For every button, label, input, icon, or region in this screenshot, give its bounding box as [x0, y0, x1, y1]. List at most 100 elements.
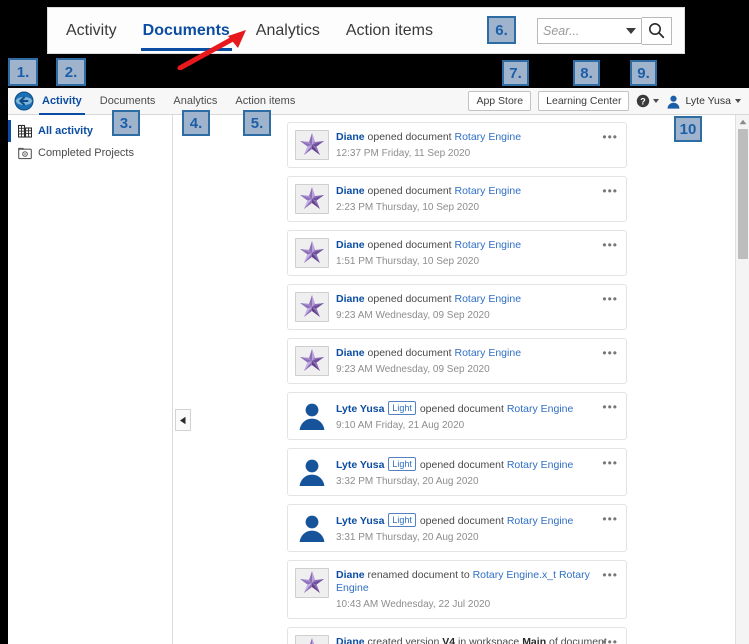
activity-card[interactable]: Diane opened document Rotary Engine 1:51 … — [287, 230, 627, 276]
avatar-thumbnail — [295, 511, 329, 542]
activity-card[interactable]: Diane opened document Rotary Engine 2:23 … — [287, 176, 627, 222]
learning-center-button[interactable]: Learning Center — [538, 91, 630, 111]
help-menu[interactable]: ? — [636, 94, 660, 108]
activity-actor[interactable]: Lyte Yusa — [336, 403, 384, 415]
more-options-icon[interactable]: ••• — [602, 347, 618, 359]
document-link[interactable]: Rotary Engine — [507, 459, 574, 471]
sidebar-item-completed-projects[interactable]: Completed Projects — [8, 142, 172, 164]
document-link[interactable]: Rotary Engine — [455, 293, 522, 305]
activity-actor[interactable]: Diane — [336, 239, 365, 251]
more-options-icon[interactable]: ••• — [602, 401, 618, 413]
activity-timestamp: 12:37 PM Friday, 11 Sep 2020 — [336, 147, 471, 159]
document-link[interactable]: Rotary Engine — [455, 185, 522, 197]
archive-folder-icon — [18, 147, 32, 160]
search-input[interactable]: Sear... — [537, 17, 642, 44]
app-store-button[interactable]: App Store — [468, 91, 532, 111]
activity-actor[interactable]: Diane — [336, 131, 365, 143]
callout-badge-1: 1. — [8, 58, 38, 86]
more-options-icon[interactable]: ••• — [602, 569, 618, 581]
help-icon: ? — [637, 94, 650, 108]
feed-scrollbar[interactable] — [735, 115, 749, 644]
search-button[interactable] — [642, 16, 672, 45]
top-tab-documents[interactable]: Documents — [140, 8, 232, 53]
activity-card-body: Diane renamed document to Rotary Engine.… — [336, 568, 618, 612]
app-logo-icon[interactable] — [14, 91, 34, 111]
activity-card[interactable]: Lyte Yusa Light opened document Rotary E… — [287, 392, 627, 440]
rotary-engine-thumbnail — [295, 184, 329, 214]
top-tab-analytics[interactable]: Analytics — [256, 8, 320, 53]
top-navigation-bar: Activity Documents Analytics Action item… — [47, 7, 685, 54]
scrollbar-thumb[interactable] — [738, 129, 748, 259]
top-tab-list: Activity Documents Analytics Action item… — [48, 8, 459, 53]
more-options-icon[interactable]: ••• — [602, 636, 618, 644]
activity-card[interactable]: Diane opened document Rotary Engine 9:23 … — [287, 338, 627, 384]
app-header-actions: App Store Learning Center ? Lyte Yusa — [468, 91, 743, 111]
scroll-up-button[interactable] — [736, 115, 749, 128]
activity-timestamp: 9:23 AM Wednesday, 09 Sep 2020 — [336, 363, 490, 375]
activity-description: Diane opened document Rotary Engine — [336, 185, 522, 197]
avatar-thumbnail — [295, 511, 329, 542]
license-badge: Light — [388, 512, 416, 527]
more-options-icon[interactable]: ••• — [602, 185, 618, 197]
activity-actor[interactable]: Diane — [336, 636, 365, 644]
workspace-label: Main — [522, 636, 547, 644]
screenshot-root: Activity Documents Analytics Action item… — [0, 0, 749, 644]
sidebar: All activity Completed Projects — [8, 115, 173, 644]
activity-actor[interactable]: Diane — [336, 293, 365, 305]
top-tab-action-items[interactable]: Action items — [346, 8, 433, 53]
chevron-down-icon[interactable] — [626, 27, 636, 34]
sidebar-item-label: All activity — [38, 125, 94, 137]
activity-card-body: Lyte Yusa Light opened document Rotary E… — [336, 400, 618, 432]
activity-description: Diane opened document Rotary Engine — [336, 239, 522, 251]
activity-card[interactable]: Lyte Yusa Light opened document Rotary E… — [287, 503, 627, 552]
activity-actor[interactable]: Diane — [336, 569, 365, 581]
document-link[interactable]: Rotary Engine.x_t — [473, 569, 556, 581]
license-badge: Light — [388, 456, 416, 471]
more-options-icon[interactable]: ••• — [602, 513, 618, 525]
sidebar-item-all-activity[interactable]: All activity — [8, 120, 172, 142]
document-link[interactable]: Rotary Engine — [455, 131, 522, 143]
document-link[interactable]: Rotary Engine — [507, 403, 574, 415]
more-options-icon[interactable]: ••• — [602, 239, 618, 251]
activity-actor[interactable]: Lyte Yusa — [336, 515, 384, 527]
activity-card-body: Diane created version V4 in workspace Ma… — [336, 635, 618, 644]
rotary-engine-thumbnail — [295, 346, 329, 376]
activity-description: Diane created version V4 in workspace Ma… — [336, 636, 618, 644]
user-menu[interactable]: Lyte Yusa — [666, 94, 743, 109]
application-body: All activity Completed Projects Diane op… — [8, 115, 749, 644]
rotary-engine-thumbnail — [295, 567, 329, 598]
activity-actor[interactable]: Lyte Yusa — [336, 459, 384, 471]
activity-actor[interactable]: Diane — [336, 185, 365, 197]
top-tab-activity[interactable]: Activity — [66, 8, 117, 53]
rotary-engine-thumbnail — [295, 130, 329, 160]
activity-card[interactable]: Diane opened document Rotary Engine 12:37… — [287, 122, 627, 168]
application-window: Activity Documents Analytics Action item… — [8, 88, 749, 644]
sidebar-collapse-button[interactable] — [175, 409, 191, 431]
activity-timestamp: 3:31 PM Thursday, 20 Aug 2020 — [336, 531, 479, 543]
version-label: V4 — [442, 636, 456, 644]
callout-badge-3: 3. — [112, 110, 140, 136]
callout-badge-5: 5. — [243, 110, 271, 136]
activity-actor[interactable]: Diane — [336, 347, 365, 359]
activity-card[interactable]: Diane opened document Rotary Engine 9:23 … — [287, 284, 627, 330]
app-tab-activity[interactable]: Activity — [39, 88, 85, 115]
activity-card-body: Diane opened document Rotary Engine 2:23 … — [336, 184, 618, 214]
activity-feed: Diane opened document Rotary Engine 12:37… — [191, 115, 749, 644]
activity-timestamp: 9:10 AM Friday, 21 Aug 2020 — [336, 419, 465, 431]
more-options-icon[interactable]: ••• — [602, 293, 618, 305]
activity-card[interactable]: Diane created version V4 in workspace Ma… — [287, 627, 627, 644]
avatar-thumbnail — [295, 455, 329, 486]
more-options-icon[interactable]: ••• — [602, 131, 618, 143]
more-options-icon[interactable]: ••• — [602, 457, 618, 469]
activity-description: Lyte Yusa Light opened document Rotary E… — [336, 456, 574, 471]
activity-card-body: Diane opened document Rotary Engine 12:37… — [336, 130, 618, 160]
activity-card[interactable]: Lyte Yusa Light opened document Rotary E… — [287, 447, 627, 496]
document-link[interactable]: Rotary Engine — [455, 347, 522, 359]
rotary-engine-thumbnail — [295, 184, 329, 214]
svg-text:?: ? — [641, 96, 647, 106]
callout-badge-2: 2. — [56, 58, 86, 86]
document-link[interactable]: Rotary Engine — [455, 239, 522, 251]
activity-card[interactable]: Diane renamed document to Rotary Engine.… — [287, 559, 627, 620]
document-link[interactable]: Rotary Engine — [507, 515, 574, 527]
license-badge: Light — [388, 401, 416, 415]
